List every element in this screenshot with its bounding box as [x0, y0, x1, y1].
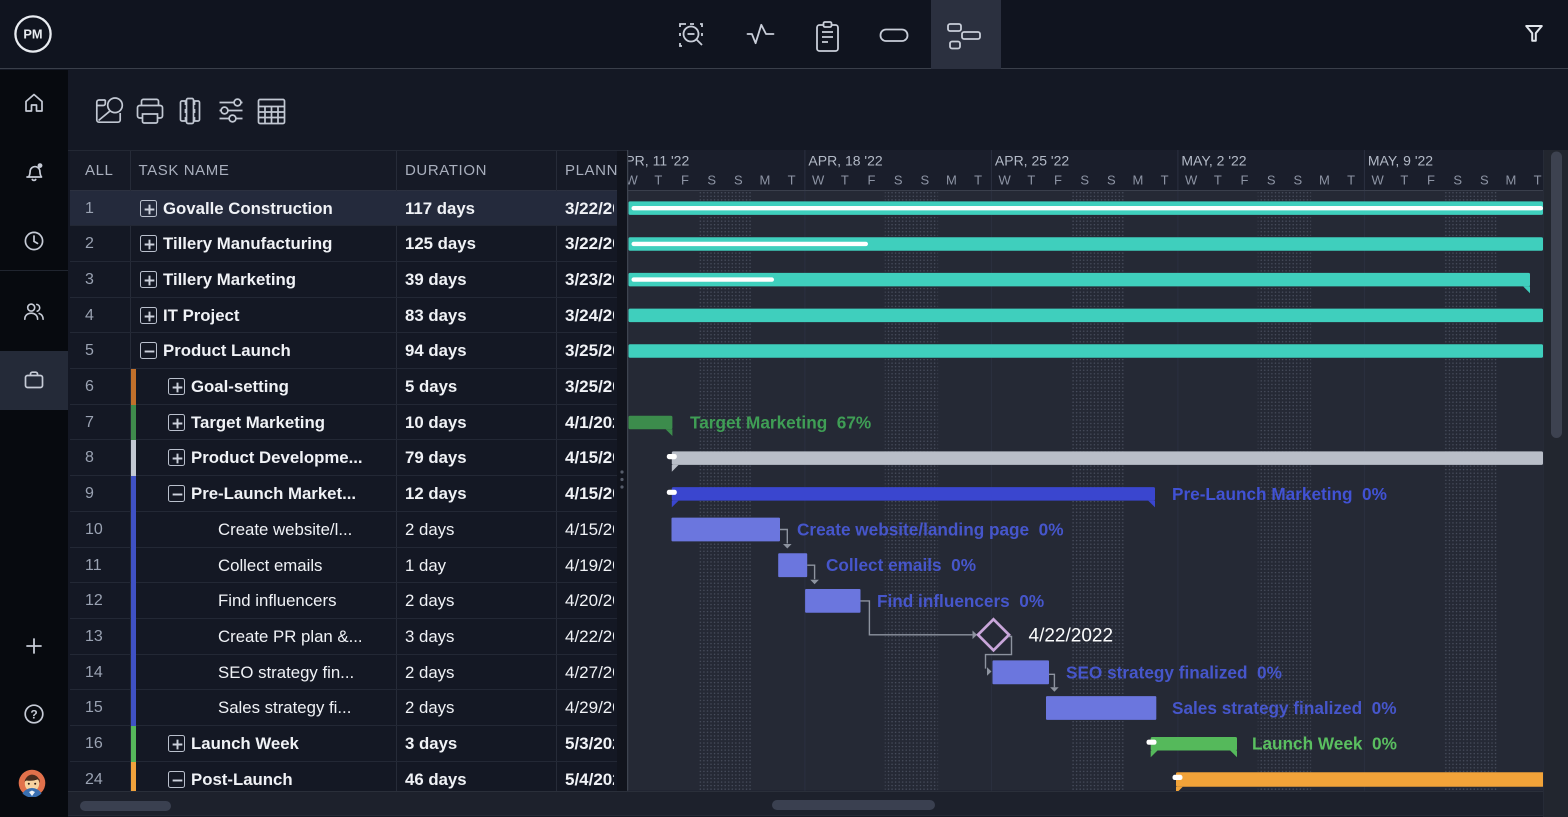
- svg-text:T: T: [1534, 173, 1542, 188]
- svg-text:Find influencers 0%: Find influencers 0%: [877, 591, 1044, 611]
- svg-text:S: S: [920, 173, 929, 188]
- svg-text:S: S: [1107, 173, 1116, 188]
- svg-text:Collect emails 0%: Collect emails 0%: [826, 555, 976, 575]
- svg-text:W: W: [999, 173, 1012, 188]
- svg-text:M: M: [946, 173, 957, 188]
- svg-text:T: T: [1027, 173, 1035, 188]
- svg-text:T: T: [841, 173, 849, 188]
- svg-text:S: S: [707, 173, 716, 188]
- svg-text:MAY, 2 '22: MAY, 2 '22: [1181, 153, 1246, 169]
- svg-text:Pre-Launch Marketing 0%: Pre-Launch Marketing 0%: [1172, 484, 1387, 504]
- svg-text:M: M: [1132, 173, 1143, 188]
- svg-text:S: S: [1480, 173, 1489, 188]
- svg-text:S: S: [894, 173, 903, 188]
- svg-text:APR, 25 '22: APR, 25 '22: [995, 153, 1069, 169]
- svg-text:PM: PM: [23, 27, 42, 42]
- svg-text:S: S: [1267, 173, 1276, 188]
- svg-text:T: T: [1400, 173, 1408, 188]
- svg-text:W: W: [1372, 173, 1385, 188]
- svg-text:W: W: [812, 173, 825, 188]
- svg-text:T: T: [1161, 173, 1169, 188]
- svg-text:APR, 11 '22: APR, 11 '22: [627, 153, 689, 169]
- svg-text:F: F: [1427, 173, 1435, 188]
- svg-text:F: F: [1054, 173, 1062, 188]
- svg-text:Create website/landing page 0: Create website/landing page 0%: [797, 520, 1063, 540]
- svg-text:Target Marketing 67%: Target Marketing 67%: [690, 412, 871, 432]
- svg-text:T: T: [654, 173, 662, 188]
- svg-text:S: S: [1293, 173, 1302, 188]
- svg-text:APR, 18 '22: APR, 18 '22: [808, 153, 882, 169]
- svg-text:T: T: [788, 173, 796, 188]
- svg-text:F: F: [1241, 173, 1249, 188]
- svg-text:S: S: [734, 173, 743, 188]
- svg-text:M: M: [1319, 173, 1330, 188]
- svg-text:T: T: [974, 173, 982, 188]
- svg-text:SEO strategy finalized 0%: SEO strategy finalized 0%: [1066, 662, 1282, 682]
- svg-text:T: T: [1214, 173, 1222, 188]
- svg-text:?: ?: [30, 708, 37, 722]
- svg-text:F: F: [681, 173, 689, 188]
- svg-text:M: M: [759, 173, 770, 188]
- svg-text:S: S: [1453, 173, 1462, 188]
- svg-text:MAY, 9 '22: MAY, 9 '22: [1368, 153, 1433, 169]
- svg-text:F: F: [868, 173, 876, 188]
- svg-text:W: W: [1185, 173, 1198, 188]
- svg-text:Sales strategy finalized 0%: Sales strategy finalized 0%: [1172, 698, 1397, 718]
- svg-text:Launch Week 0%: Launch Week 0%: [1252, 734, 1397, 754]
- svg-text:4/22/2022: 4/22/2022: [1029, 626, 1114, 647]
- svg-text:W: W: [627, 173, 639, 188]
- svg-text:S: S: [1080, 173, 1089, 188]
- svg-text:M: M: [1505, 173, 1516, 188]
- svg-text:T: T: [1347, 173, 1355, 188]
